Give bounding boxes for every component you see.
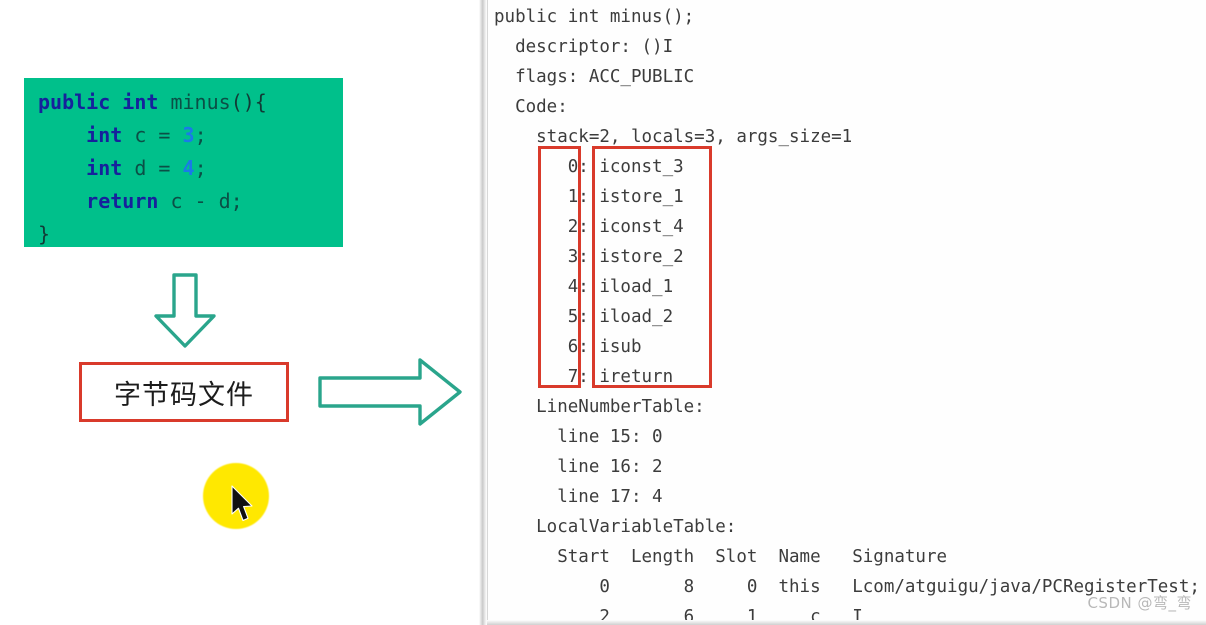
code-token: int [122, 90, 171, 114]
bytecode-file-label: 字节码文件 [114, 379, 254, 411]
source-line: return c - d; [38, 185, 343, 218]
javap-output-line: Code: [494, 97, 568, 117]
javap-output-line: flags: ACC_PUBLIC [494, 67, 695, 87]
code-token: (){ [230, 90, 267, 114]
code-token: ; [194, 156, 207, 180]
code-token: public [38, 90, 123, 114]
code-token: int [86, 156, 135, 180]
source-line: } [38, 218, 343, 251]
opcode-column-highlight-box [592, 146, 712, 388]
code-token: ; [194, 123, 207, 147]
screenshot-root: public int minus(){ int c = 3; int d = 4… [0, 0, 1206, 625]
javap-output-line: public int minus(); [494, 7, 695, 27]
panel-bottom-edge [487, 620, 1206, 625]
javap-output-line: Start Length Slot Name Signature [494, 547, 948, 567]
javap-output-line: LineNumberTable: [494, 397, 705, 417]
code-token: c = [134, 123, 183, 147]
javap-output-line: line 17: 4 [494, 487, 663, 507]
source-line: int c = 3; [38, 119, 343, 152]
csdn-watermark: CSDN @弯_弯 [1087, 594, 1192, 612]
code-token: c - d; [170, 189, 243, 213]
panel-divider [479, 0, 487, 625]
source-line: public int minus(){ [38, 86, 343, 119]
code-token: 3 [182, 123, 195, 147]
code-token: d = [134, 156, 183, 180]
bytecode-file-box: 字节码文件 [79, 362, 289, 422]
code-token: int [86, 123, 135, 147]
code-token: minus [170, 90, 231, 114]
java-source-code-block: public int minus(){ int c = 3; int d = 4… [24, 78, 343, 247]
source-line: int d = 4; [38, 152, 343, 185]
arrow-right-icon [316, 356, 464, 428]
code-token: return [86, 189, 171, 213]
mouse-pointer-icon [230, 485, 256, 523]
code-token: } [38, 222, 51, 246]
arrow-down-icon [152, 272, 218, 350]
code-token: 4 [182, 156, 195, 180]
javap-output-line: descriptor: ()I [494, 37, 674, 57]
javap-output-line: line 15: 0 [494, 427, 663, 447]
javap-output-line: LocalVariableTable: [494, 517, 737, 537]
offset-column-highlight-box [538, 146, 581, 388]
javap-output-line: line 16: 2 [494, 457, 663, 477]
left-diagram-panel: public int minus(){ int c = 3; int d = 4… [0, 0, 483, 625]
